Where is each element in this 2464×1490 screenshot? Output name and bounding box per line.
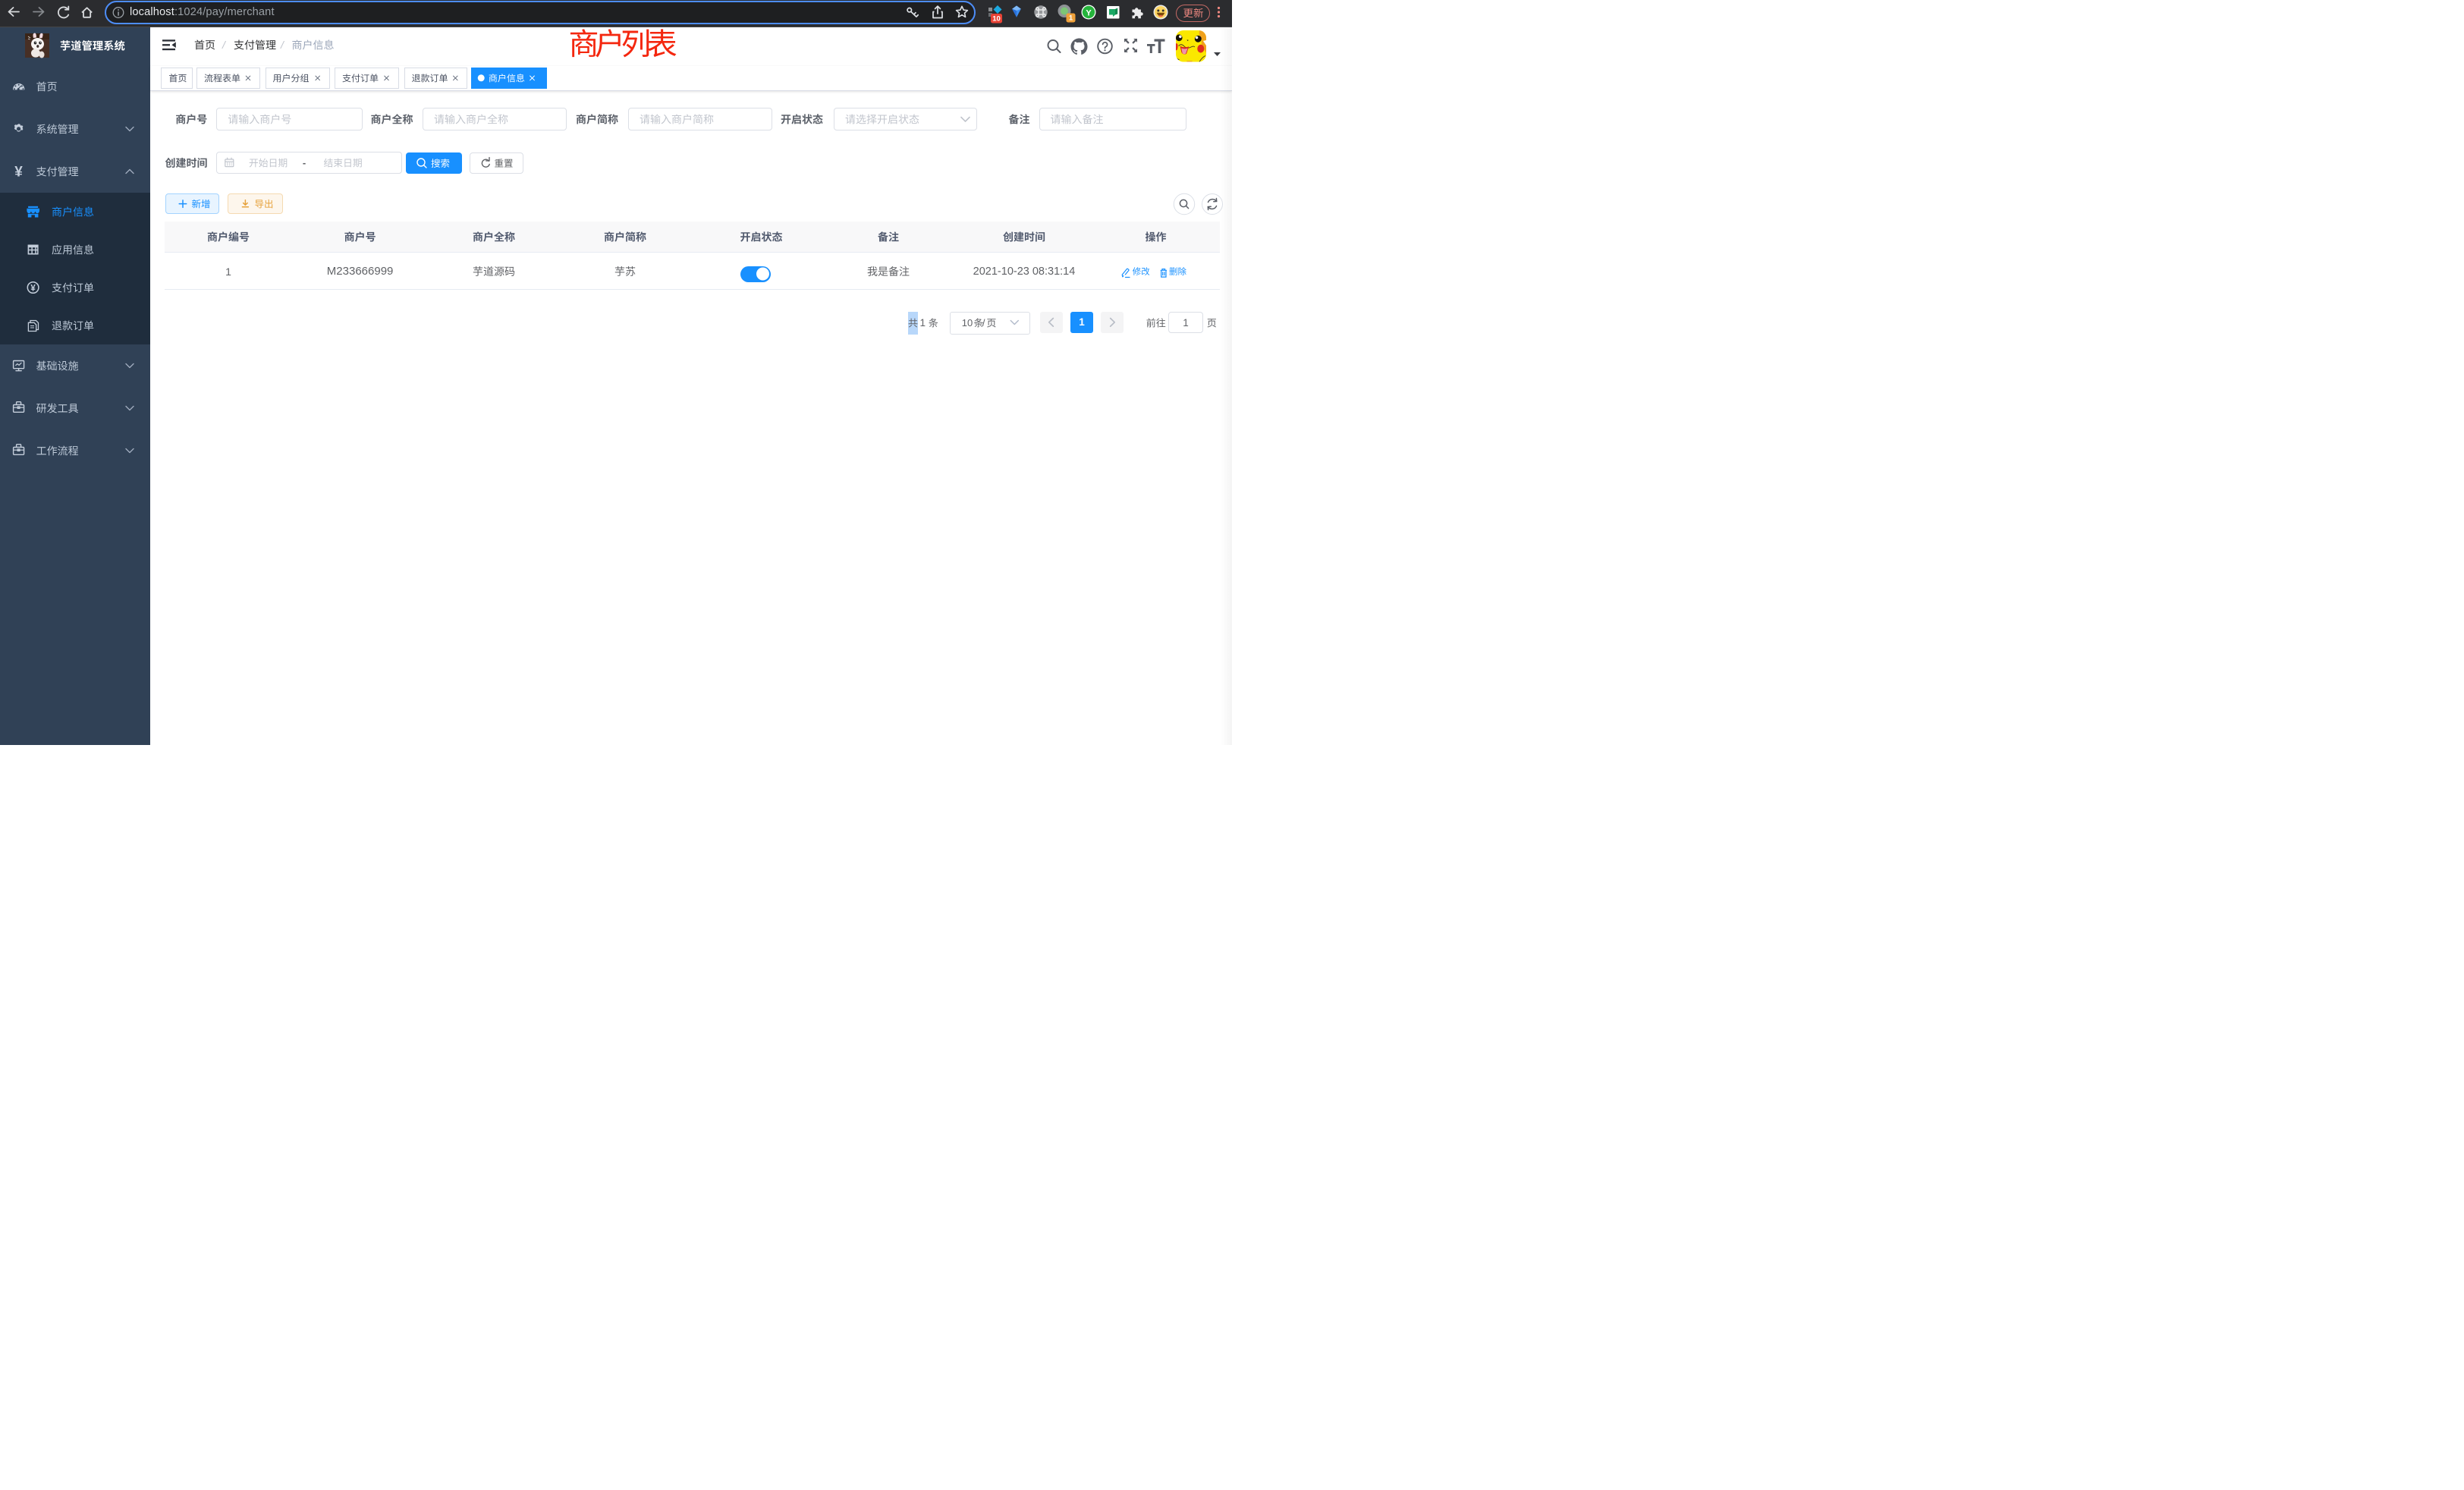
svg-text:/: / bbox=[280, 39, 285, 51]
svg-text:/: / bbox=[222, 39, 227, 51]
